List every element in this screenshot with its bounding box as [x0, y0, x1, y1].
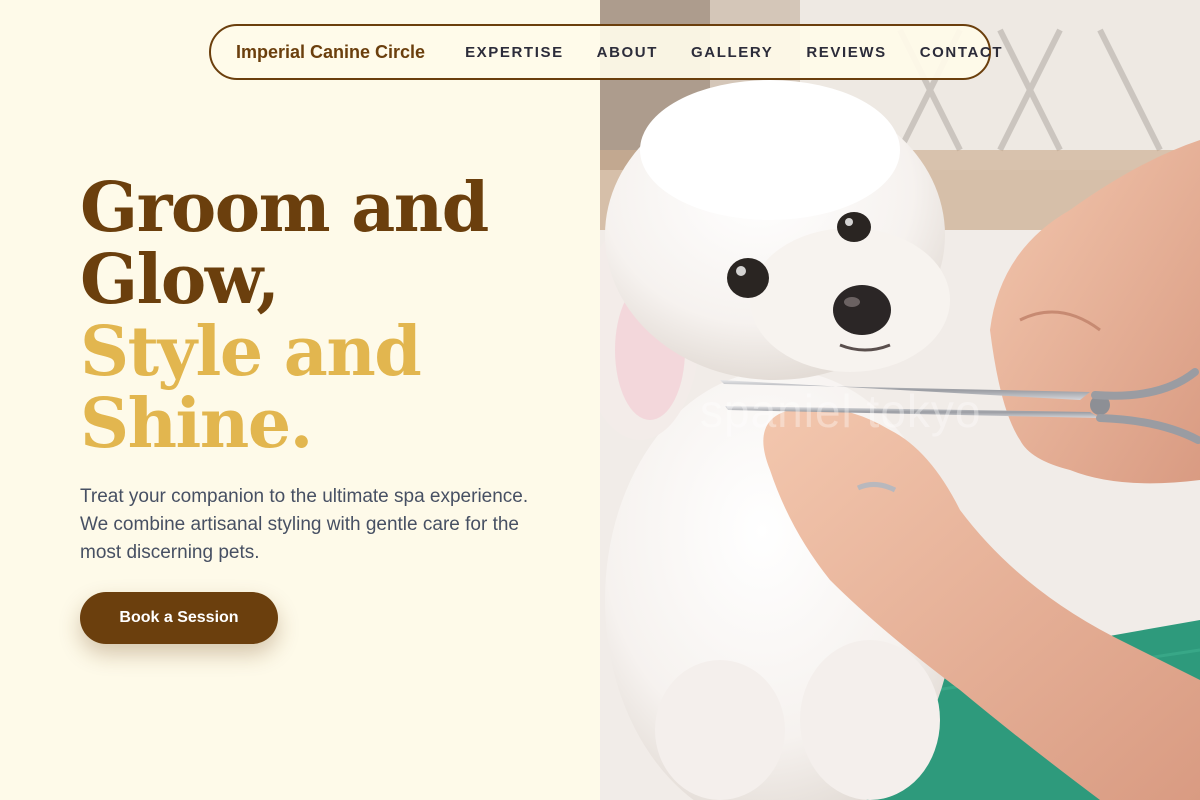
- photo-watermark: spaniel tokyo: [700, 385, 982, 437]
- hero-title-accent-line: Shine.: [80, 384, 313, 464]
- hero-panel: Groom and Glow, Style and Shine. Treat y…: [0, 0, 600, 800]
- hero-title: Groom and Glow, Style and Shine.: [80, 168, 489, 464]
- nav-link-expertise[interactable]: EXPERTISE: [465, 44, 564, 61]
- top-navigation: Imperial Canine Circle EXPERTISE ABOUT G…: [209, 24, 1002, 80]
- hero-title-line: Glow,: [80, 240, 280, 320]
- hero-title-accent-line: Style and: [80, 312, 422, 392]
- book-session-button[interactable]: Book a Session: [80, 592, 278, 644]
- brand-name[interactable]: Imperial Canine Circle: [236, 42, 425, 63]
- nav-link-contact[interactable]: CONTACT: [920, 44, 1003, 61]
- nav-links: EXPERTISE ABOUT GALLERY REVIEWS CONTACT: [465, 44, 1003, 61]
- nav-link-gallery[interactable]: GALLERY: [691, 44, 773, 61]
- hero-photo: spaniel tokyo: [600, 0, 1200, 800]
- hero-description: Treat your companion to the ultimate spa…: [80, 486, 529, 563]
- hero-title-line: Groom and: [80, 168, 489, 248]
- nav-link-about[interactable]: ABOUT: [597, 44, 658, 61]
- nav-link-reviews[interactable]: REVIEWS: [806, 44, 886, 61]
